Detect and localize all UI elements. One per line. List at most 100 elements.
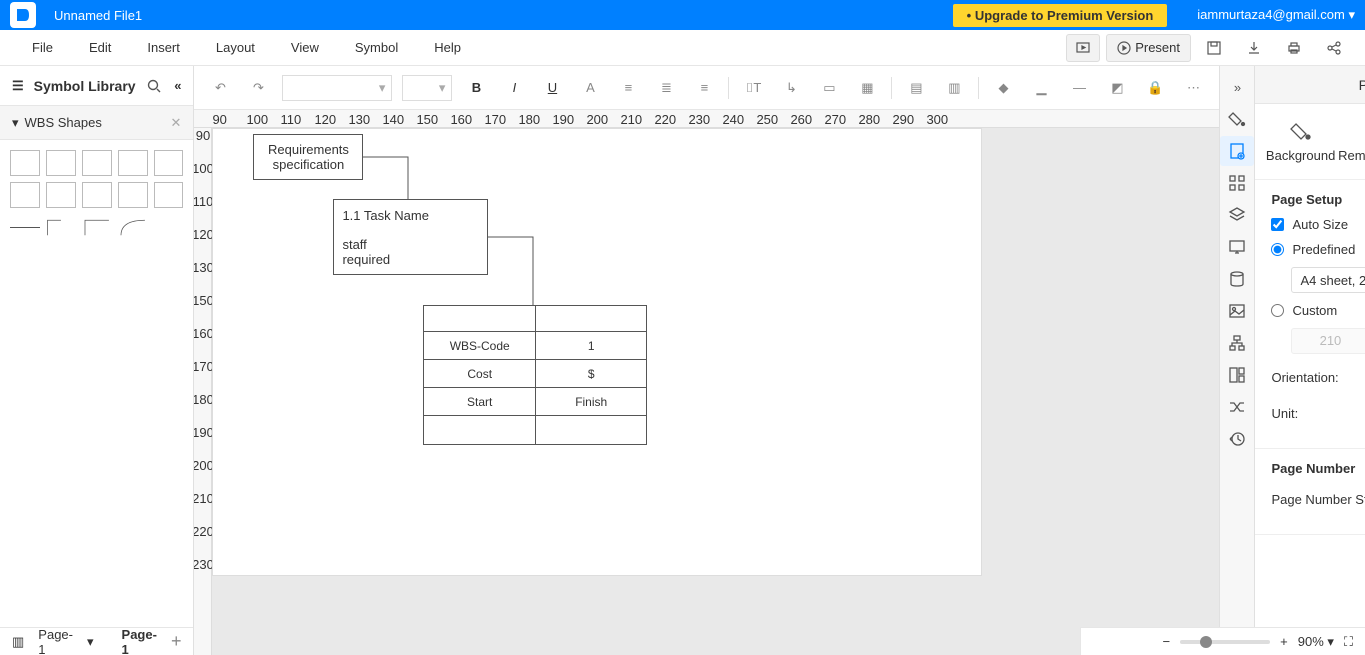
zoom-in-icon[interactable]: + <box>1280 634 1288 649</box>
chevron-down-icon[interactable]: ▾ <box>87 634 94 650</box>
container-icon[interactable]: ▭ <box>815 74 843 102</box>
right-tabs: » <box>1219 66 1254 655</box>
shape-item[interactable] <box>10 182 40 208</box>
textbox-icon[interactable]: ⌷T <box>739 74 767 102</box>
menu-view[interactable]: View <box>273 40 337 55</box>
line-style-icon[interactable]: — <box>1065 74 1093 102</box>
distribute-icon[interactable]: ▥ <box>940 74 968 102</box>
remove-bg-button[interactable]: Remove B… <box>1339 120 1365 163</box>
width-input[interactable]: 210 <box>1291 328 1365 354</box>
zoom-value[interactable]: 90% ▾ <box>1298 634 1334 650</box>
page-number-title: Page Number <box>1271 461 1365 476</box>
textcolor-icon[interactable]: A <box>576 74 604 102</box>
shape-item[interactable] <box>82 182 112 208</box>
shape-item[interactable] <box>46 214 76 240</box>
menu-file[interactable]: File <box>14 40 71 55</box>
zoom-out-icon[interactable]: − <box>1163 634 1171 649</box>
print-icon[interactable] <box>1277 34 1311 62</box>
tab-grid-icon[interactable] <box>1220 168 1254 198</box>
menu-edit[interactable]: Edit <box>71 40 129 55</box>
zoom-slider[interactable] <box>1180 640 1270 644</box>
custom-radio[interactable] <box>1271 304 1284 317</box>
shape-item[interactable] <box>46 182 76 208</box>
shape-item[interactable] <box>154 150 184 176</box>
pages-icon[interactable]: ▥ <box>12 634 24 650</box>
shape-item[interactable] <box>118 182 148 208</box>
table-icon[interactable]: ▦ <box>853 74 881 102</box>
menu-help[interactable]: Help <box>416 40 479 55</box>
preset-select[interactable]: A4 sheet, 210mm x 297 mm▾ <box>1291 267 1365 293</box>
font-select[interactable]: ▾ <box>282 75 392 101</box>
shape-item[interactable] <box>46 150 76 176</box>
library-header: ☰ Symbol Library « <box>0 66 193 106</box>
tab-layers-icon[interactable] <box>1220 200 1254 230</box>
save-icon[interactable] <box>1197 34 1231 62</box>
align-h-icon[interactable]: ≡ <box>614 74 642 102</box>
tab-present-icon[interactable] <box>1220 232 1254 262</box>
page-select[interactable]: Page-1 <box>38 627 73 655</box>
add-page-icon[interactable]: + <box>171 631 182 652</box>
library-group[interactable]: ▾ WBS Shapes ✕ <box>0 106 193 140</box>
tab-orgchart-icon[interactable] <box>1220 328 1254 358</box>
search-icon[interactable] <box>146 78 162 94</box>
tab-clipart-icon[interactable] <box>1220 360 1254 390</box>
tab-fill-icon[interactable] <box>1220 104 1254 134</box>
shape-item[interactable] <box>118 150 148 176</box>
background-button[interactable]: Background <box>1265 120 1337 163</box>
fullscreen-icon[interactable]: ⛶ <box>1344 634 1353 650</box>
page-tab[interactable]: Page-1 <box>122 627 157 655</box>
app-logo[interactable] <box>10 2 36 28</box>
present-button[interactable]: Present <box>1106 34 1191 62</box>
shape-item[interactable] <box>118 214 148 240</box>
download-icon[interactable] <box>1237 34 1271 62</box>
expand-icon[interactable]: » <box>1220 72 1254 102</box>
shape-item[interactable] <box>82 150 112 176</box>
collapse-icon[interactable]: « <box>174 78 181 94</box>
account-menu[interactable]: iammurtaza4@gmail.com ▾ <box>1197 7 1355 23</box>
slideshow-icon[interactable] <box>1066 34 1100 62</box>
connector-icon[interactable]: ↳ <box>777 74 805 102</box>
node-task[interactable]: 1.1 Task Name staff required <box>333 199 488 275</box>
group-label: WBS Shapes <box>25 115 102 130</box>
autosize-checkbox[interactable] <box>1271 218 1284 231</box>
upgrade-button[interactable]: • Upgrade to Premium Version <box>953 4 1168 27</box>
page-number-section: Page Number Page Number Style:None▾ <box>1255 449 1365 535</box>
tab-page-icon[interactable] <box>1220 136 1254 166</box>
underline-icon[interactable]: U <box>538 74 566 102</box>
bold-icon[interactable]: B <box>462 74 490 102</box>
present-label: Present <box>1135 40 1180 55</box>
left-panel: ☰ Symbol Library « ▾ WBS Shapes ✕ <box>0 66 194 655</box>
tab-image-icon[interactable] <box>1220 296 1254 326</box>
menu-symbol[interactable]: Symbol <box>337 40 416 55</box>
tab-shuffle-icon[interactable] <box>1220 392 1254 422</box>
align-v-icon[interactable]: ≣ <box>652 74 680 102</box>
lock-icon[interactable]: 🔒 <box>1141 74 1169 102</box>
redo-icon[interactable]: ↷ <box>244 74 272 102</box>
tab-data-icon[interactable] <box>1220 264 1254 294</box>
shape-item[interactable] <box>154 182 184 208</box>
shadow-icon[interactable]: ◩ <box>1103 74 1131 102</box>
shape-item[interactable] <box>82 214 112 240</box>
share-icon[interactable] <box>1317 34 1351 62</box>
line-color-icon[interactable]: ▁ <box>1027 74 1055 102</box>
ruler-vertical: 9010011012013015016017018019020021022023… <box>194 128 212 655</box>
shape-item[interactable] <box>10 150 40 176</box>
menu-insert[interactable]: Insert <box>129 40 198 55</box>
shape-item[interactable] <box>10 227 40 228</box>
menubar: File Edit Insert Layout View Symbol Help… <box>0 30 1365 66</box>
menu-layout[interactable]: Layout <box>198 40 273 55</box>
more-icon[interactable]: ⋯ <box>1179 74 1207 102</box>
tab-history-icon[interactable] <box>1220 424 1254 454</box>
canvas[interactable]: Requirements specification 1.1 Task Name… <box>212 128 982 576</box>
close-icon[interactable]: ✕ <box>171 115 182 131</box>
align-left-icon[interactable]: ▤ <box>902 74 930 102</box>
node-requirements[interactable]: Requirements specification <box>253 134 363 180</box>
line-spacing-icon[interactable]: ≡ <box>690 74 718 102</box>
predefined-radio[interactable] <box>1271 243 1284 256</box>
titlebar: Unnamed File1 • Upgrade to Premium Versi… <box>0 0 1365 30</box>
italic-icon[interactable]: I <box>500 74 528 102</box>
fontsize-select[interactable]: ▾ <box>402 75 452 101</box>
fill-icon[interactable]: ◆ <box>989 74 1017 102</box>
undo-icon[interactable]: ↶ <box>206 74 234 102</box>
node-table[interactable]: WBS-Code1 Cost$ StartFinish <box>423 305 647 445</box>
